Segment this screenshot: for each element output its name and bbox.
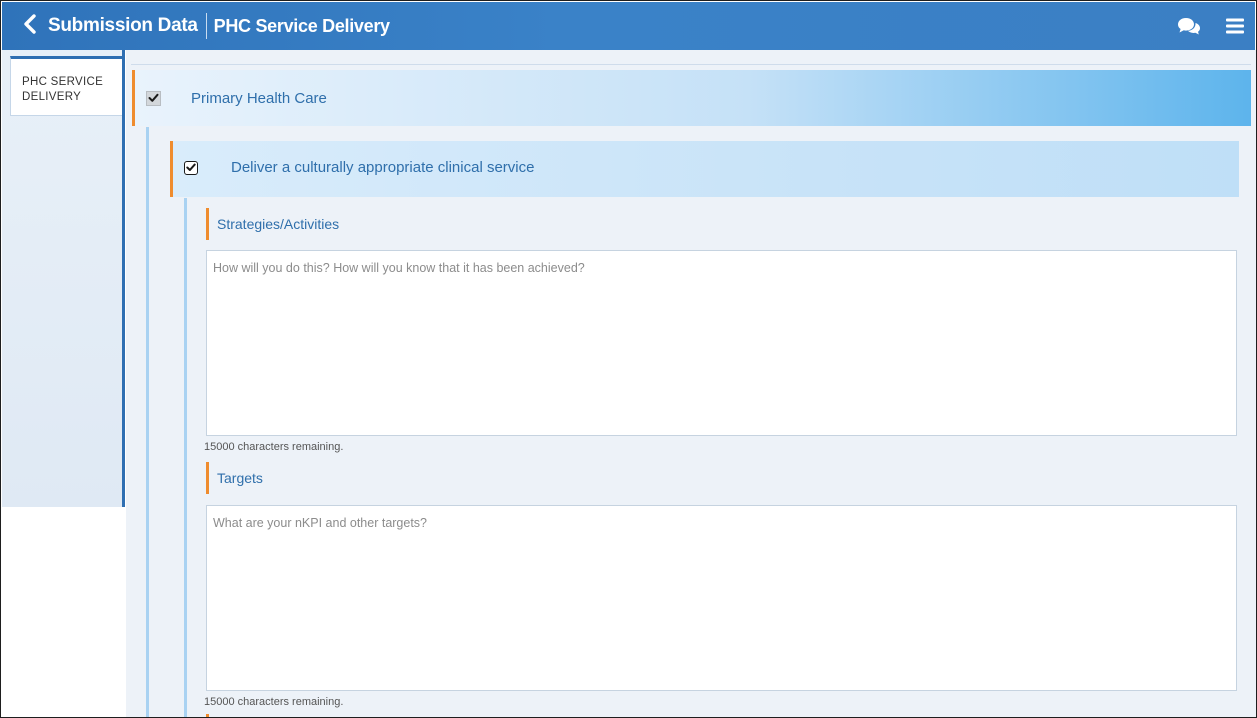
strategies-textarea[interactable]	[206, 250, 1237, 436]
divider	[131, 64, 1251, 65]
sidebar-tab-label: PHC SERVICE DELIVERY	[22, 76, 104, 103]
page-title: Submission Data	[48, 15, 198, 36]
checkmark-icon	[186, 159, 196, 177]
subsection-label: Deliver a culturally appropriate clinica…	[231, 159, 535, 176]
section-primary-health-care[interactable]: Primary Health Care	[132, 70, 1251, 126]
targets-char-count: 15000 characters remaining.	[204, 696, 344, 708]
targets-textarea[interactable]	[206, 505, 1237, 691]
subsection-checkbox[interactable]	[184, 161, 198, 175]
header-actions	[1177, 2, 1245, 50]
app-window: Submission Data PHC Service Delivery PHC	[0, 0, 1257, 718]
checkmark-icon	[148, 90, 159, 108]
main-content: Primary Health Care Deliver a culturally…	[126, 50, 1256, 717]
tree-line	[146, 127, 149, 717]
header-bar: Submission Data PHC Service Delivery	[2, 2, 1255, 50]
back-chevron-icon	[23, 13, 37, 39]
tree-line	[184, 198, 187, 717]
targets-label: Targets	[206, 462, 263, 494]
sidebar: PHC SERVICE DELIVERY	[2, 50, 125, 507]
next-field-marker	[206, 714, 209, 717]
section-checkbox[interactable]	[146, 91, 161, 106]
strategies-char-count: 15000 characters remaining.	[204, 441, 344, 453]
page-subtitle: PHC Service Delivery	[213, 15, 390, 36]
strategies-label: Strategies/Activities	[206, 208, 339, 240]
menu-icon[interactable]	[1225, 17, 1245, 35]
tab-phc-service-delivery[interactable]: PHC SERVICE DELIVERY	[10, 56, 122, 116]
subsection-clinical-service[interactable]: Deliver a culturally appropriate clinica…	[170, 141, 1239, 197]
section-label: Primary Health Care	[191, 90, 327, 107]
title-divider	[205, 13, 207, 39]
chat-icon[interactable]	[1177, 17, 1201, 35]
back-button[interactable]	[12, 2, 48, 50]
